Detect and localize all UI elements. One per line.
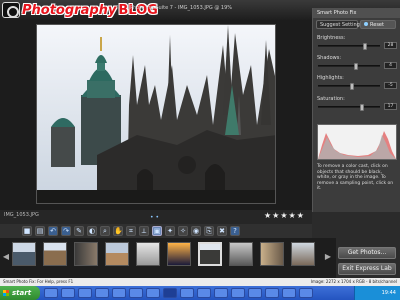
taskbar-app-icon[interactable]: [282, 288, 296, 298]
taskbar-app-icon-active[interactable]: [163, 288, 177, 298]
zoom-icon[interactable]: ⌕: [100, 226, 110, 236]
brightness-label: Brightness:: [317, 35, 346, 41]
photo-viewer[interactable]: [0, 20, 312, 213]
smart-fix-icon[interactable]: ✧: [178, 226, 188, 236]
clone-icon[interactable]: ⎘: [204, 226, 214, 236]
taskbar-app-icon[interactable]: [299, 288, 313, 298]
windows-taskbar: start 19:44: [0, 286, 400, 300]
taskbar-app-icon[interactable]: [112, 288, 126, 298]
filename-label: IMG_1053.JPG: [4, 212, 39, 218]
thumbnail-selected[interactable]: [198, 242, 222, 266]
highlights-slider[interactable]: [318, 83, 380, 90]
taskbar-app-icon[interactable]: [78, 288, 92, 298]
print-icon[interactable]: ▤: [35, 226, 45, 236]
shadows-value[interactable]: 4: [384, 62, 397, 69]
saturation-slider[interactable]: [318, 104, 380, 111]
taskbar-app-icon[interactable]: [146, 288, 160, 298]
status-image-info: Image: 2272 x 1704 x RGB - 8 bits/channe…: [310, 279, 397, 284]
taskbar-app-icon[interactable]: [231, 288, 245, 298]
system-tray: 19:44: [354, 286, 400, 300]
thumbnail[interactable]: [229, 242, 253, 266]
shadows-thumb[interactable]: [354, 63, 358, 70]
tool-bar: ■ ▤ ↶ ↷ ✎ ◐ ⌕ ✋ ⌗ ⟂ ▣ ✦ ✧ ◉ ⎘ ✖ ?: [0, 224, 312, 238]
reset-radio-icon: [364, 22, 368, 26]
crop-icon[interactable]: ⌗: [126, 226, 136, 236]
thumbnail[interactable]: [74, 242, 98, 266]
reset-button[interactable]: Reset: [360, 20, 396, 29]
status-bar: Smart Photo Fix: For Help, press F1 Imag…: [0, 278, 400, 286]
delete-icon[interactable]: ✖: [217, 226, 227, 236]
star-rating[interactable]: ★★★★★: [264, 211, 305, 220]
suggest-settings-button[interactable]: Suggest Settings: [316, 20, 362, 29]
histogram: [317, 124, 397, 160]
save-icon[interactable]: ■: [22, 226, 32, 236]
filmstrip: ◀ ▶: [0, 238, 336, 278]
thumbnail[interactable]: [136, 242, 160, 266]
brush-icon[interactable]: ✎: [74, 226, 84, 236]
taskbar-app-icon[interactable]: [214, 288, 228, 298]
shadows-label: Shadows:: [317, 55, 342, 61]
taskbar-app-icon[interactable]: [197, 288, 211, 298]
thumbnail[interactable]: [260, 242, 284, 266]
thumbnail[interactable]: [105, 242, 129, 266]
clock[interactable]: 19:44: [382, 290, 396, 296]
photo-info-bar: IMG_1053.JPG • • ★★★★★: [0, 210, 312, 224]
taskbar-app-icon[interactable]: [248, 288, 262, 298]
smart-photo-fix-panel: Smart Photo Fix Suggest Settings Reset B…: [312, 8, 400, 212]
logo-text-photography: Photography: [22, 2, 117, 18]
help-icon[interactable]: ?: [230, 226, 240, 236]
thumbnail[interactable]: [43, 242, 67, 266]
shadows-slider[interactable]: [318, 63, 380, 70]
get-photos-button[interactable]: Get Photos...: [338, 247, 396, 259]
start-button[interactable]: start: [0, 286, 40, 300]
panel-title: Smart Photo Fix: [313, 8, 400, 18]
taskbar-app-icon[interactable]: [265, 288, 279, 298]
camera-icon: [2, 2, 20, 18]
brightness-slider[interactable]: [318, 43, 380, 50]
help-text: To remove a color cast, click on objects…: [317, 164, 394, 191]
saturation-label: Saturation:: [317, 96, 345, 102]
wand-icon[interactable]: ✦: [165, 226, 175, 236]
enhance-icon[interactable]: ▣: [152, 226, 162, 236]
saturation-thumb[interactable]: [360, 104, 364, 111]
thumbnail[interactable]: [291, 242, 315, 266]
saturation-value[interactable]: 17: [384, 103, 397, 110]
adjust-icon[interactable]: ◐: [87, 226, 97, 236]
straighten-icon[interactable]: ⟂: [139, 226, 149, 236]
exit-express-lab-button[interactable]: Exit Express Lab: [338, 263, 396, 275]
taskbar-app-icon[interactable]: [44, 288, 58, 298]
window-title: Photo Pro Suite 7 - IMG_1053.JPG @ 19%: [130, 5, 233, 11]
redo-icon[interactable]: ↷: [61, 226, 71, 236]
navigation-dots[interactable]: • •: [150, 214, 159, 221]
taskbar-app-icon[interactable]: [95, 288, 109, 298]
hand-icon[interactable]: ✋: [113, 226, 123, 236]
thumbnail[interactable]: [12, 242, 36, 266]
highlights-value[interactable]: -5: [384, 82, 397, 89]
highlights-label: Highlights:: [317, 75, 344, 81]
cathedral-photo[interactable]: [36, 24, 276, 204]
scroll-left-arrow-icon[interactable]: ◀: [2, 248, 10, 266]
status-help-text: Smart Photo Fix: For Help, press F1: [3, 279, 74, 284]
taskbar-app-icon[interactable]: [180, 288, 194, 298]
taskbar-app-icon[interactable]: [129, 288, 143, 298]
brightness-thumb[interactable]: [363, 43, 367, 50]
highlights-thumb[interactable]: [350, 83, 354, 90]
reset-label: Reset: [370, 22, 384, 28]
scroll-right-arrow-icon[interactable]: ▶: [324, 248, 332, 266]
thumbnail[interactable]: [167, 242, 191, 266]
redeye-icon[interactable]: ◉: [191, 226, 201, 236]
undo-icon[interactable]: ↶: [48, 226, 58, 236]
taskbar-app-icon[interactable]: [61, 288, 75, 298]
brightness-value[interactable]: 28: [384, 42, 397, 49]
